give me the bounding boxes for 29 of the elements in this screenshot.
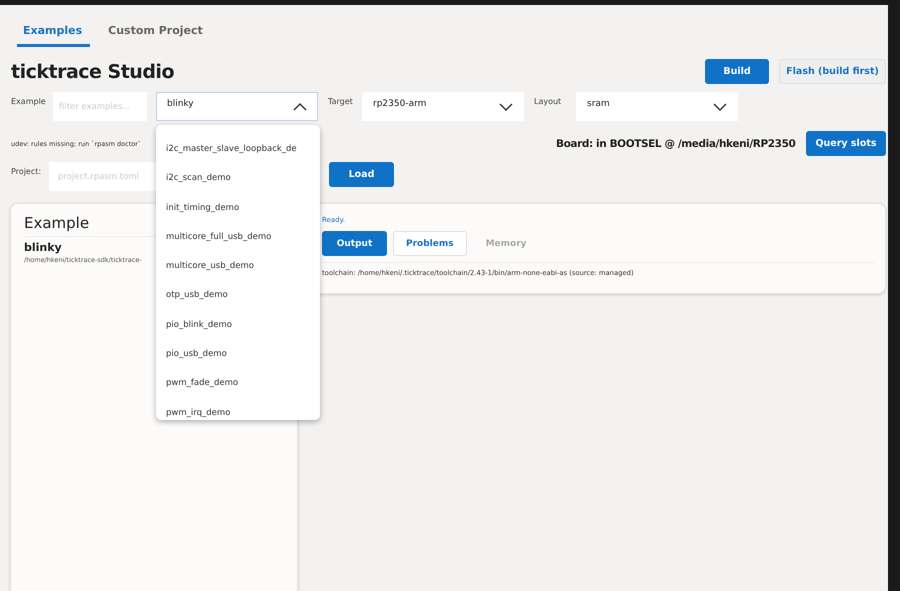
output-tab[interactable]: Problems bbox=[393, 231, 467, 256]
dropdown-option[interactable]: i2c_master_slave_loopback_de bbox=[156, 135, 320, 164]
header-button[interactable]: Build bbox=[705, 59, 769, 84]
dropdown-option[interactable]: multicore_usb_demo bbox=[156, 252, 320, 282]
chevron-icon bbox=[293, 102, 307, 110]
query-slots-button[interactable]: Query slots bbox=[806, 131, 886, 156]
layout-select[interactable]: sram bbox=[576, 92, 738, 121]
example-select[interactable]: blinky bbox=[156, 92, 318, 121]
dropdown-option[interactable]: i2c_scan_demo bbox=[156, 164, 320, 194]
field-label: Layout bbox=[534, 96, 562, 106]
dropdown-option[interactable]: pio_blink_demo bbox=[156, 310, 320, 340]
field-label: Target bbox=[328, 96, 354, 106]
app-title: ticktrace Studio bbox=[11, 60, 174, 82]
tab[interactable]: Custom Project bbox=[102, 19, 211, 47]
field-label: Example bbox=[11, 96, 47, 106]
field-label: Project: bbox=[11, 166, 42, 176]
dropdown-option[interactable]: pwm_fade_demo bbox=[156, 369, 320, 399]
dropdown-option[interactable]: pio_usb_demo bbox=[156, 340, 320, 370]
example-name: blinky bbox=[24, 241, 63, 254]
chevron-icon bbox=[713, 102, 727, 110]
target-select[interactable]: rp2350-arm bbox=[362, 92, 524, 121]
board-status: Board: in BOOTSEL @ /media/hkeni/RP2350 bbox=[556, 138, 796, 150]
chevron-icon bbox=[499, 102, 513, 110]
tab[interactable]: Examples bbox=[17, 19, 90, 47]
dropdown-option[interactable]: otp_usb_demo bbox=[156, 281, 320, 311]
load-button[interactable]: Load bbox=[329, 162, 394, 187]
dropdown-option[interactable]: pwm_irq_demo bbox=[156, 398, 320, 420]
output-tab[interactable]: Output bbox=[322, 231, 387, 256]
header-button[interactable]: Flash (build first) bbox=[779, 59, 886, 84]
